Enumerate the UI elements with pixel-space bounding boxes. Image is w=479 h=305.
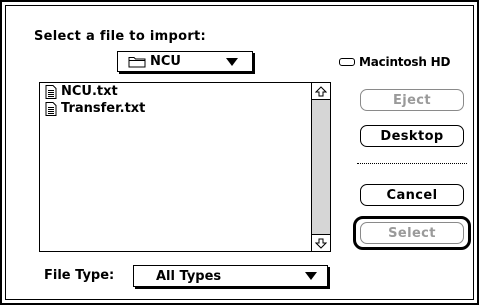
chevron-down-icon bbox=[305, 272, 317, 280]
cancel-button[interactable]: Cancel bbox=[360, 184, 464, 206]
hard-disk-icon bbox=[339, 58, 355, 66]
disk-label: Macintosh HD bbox=[359, 55, 451, 69]
chevron-down-icon bbox=[226, 58, 238, 66]
select-button[interactable]: Select bbox=[360, 222, 464, 244]
scroll-down-arrow-icon[interactable] bbox=[312, 234, 330, 251]
folder-popup-value: NCU bbox=[150, 54, 181, 69]
disk-name: Macintosh HD bbox=[339, 55, 450, 69]
list-item[interactable]: Transfer.txt bbox=[40, 100, 311, 117]
open-file-dialog: Select a file to import: NCU Macintosh H… bbox=[0, 0, 479, 305]
file-list[interactable]: NCU.txt Transfer.txt bbox=[39, 82, 331, 252]
eject-button[interactable]: Eject bbox=[360, 89, 464, 111]
file-type-popup-menu[interactable]: All Types bbox=[133, 265, 328, 287]
document-icon bbox=[45, 84, 57, 99]
vertical-scrollbar[interactable] bbox=[311, 83, 330, 251]
file-list-rows: NCU.txt Transfer.txt bbox=[40, 83, 311, 251]
button-separator bbox=[357, 163, 467, 164]
file-type-value: All Types bbox=[156, 268, 222, 284]
scroll-up-arrow-icon[interactable] bbox=[312, 83, 330, 100]
desktop-button[interactable]: Desktop bbox=[360, 125, 464, 147]
dialog-prompt: Select a file to import: bbox=[34, 29, 207, 44]
document-icon bbox=[45, 101, 57, 116]
scroll-track[interactable] bbox=[312, 100, 330, 234]
folder-icon bbox=[128, 55, 146, 68]
file-name: NCU.txt bbox=[61, 84, 118, 99]
file-type-label: File Type: bbox=[44, 268, 115, 283]
folder-popup-menu[interactable]: NCU bbox=[117, 51, 253, 72]
file-name: Transfer.txt bbox=[61, 101, 146, 116]
list-item[interactable]: NCU.txt bbox=[40, 83, 311, 100]
